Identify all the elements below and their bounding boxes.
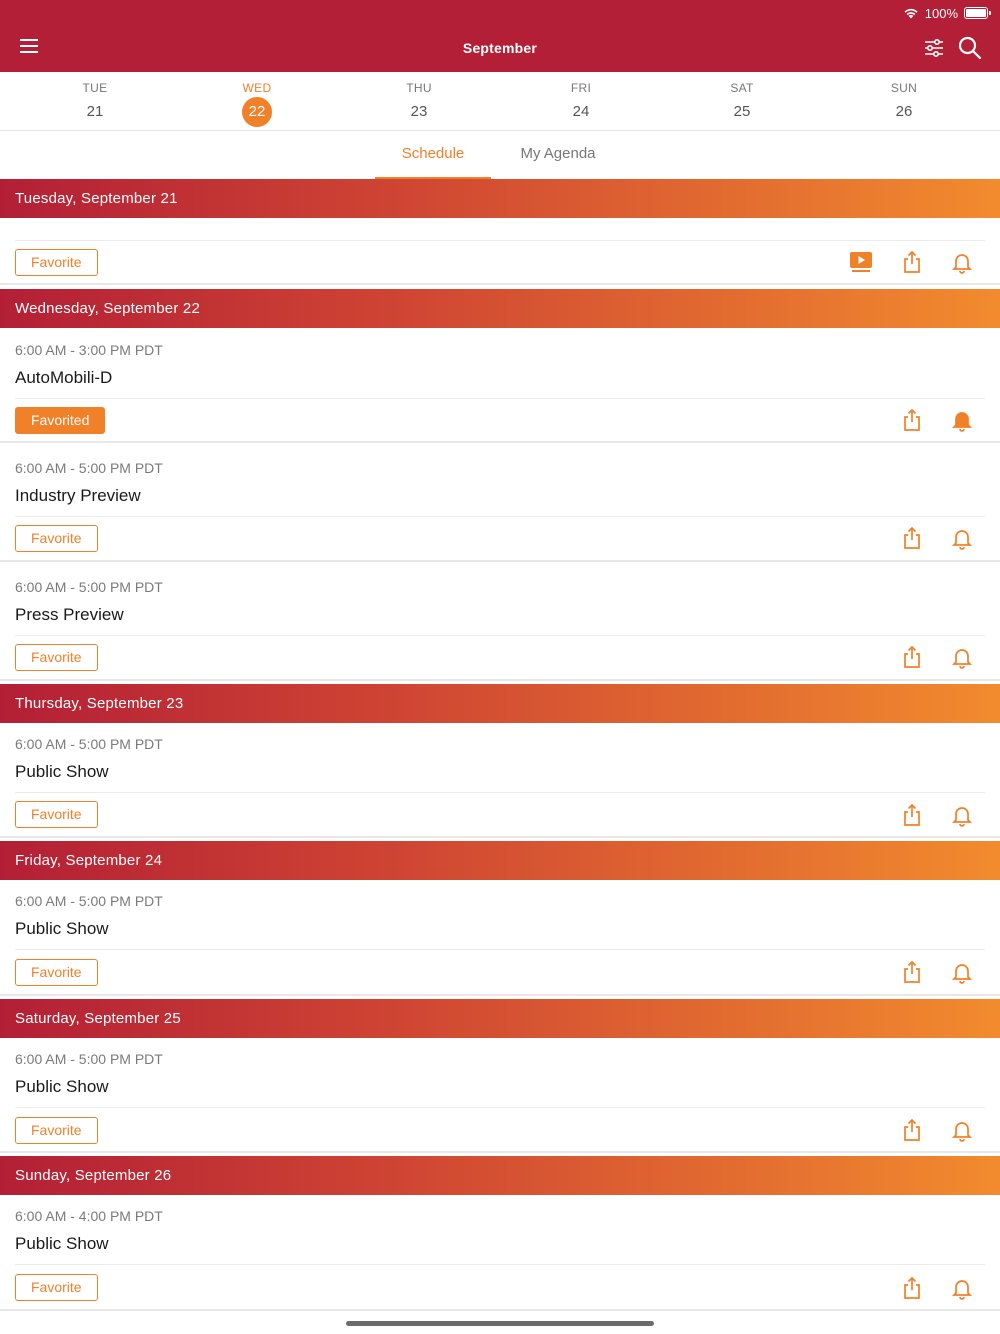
favorite-button[interactable]: Favorite <box>15 959 98 986</box>
share-icon[interactable] <box>899 802 925 828</box>
section-header-wednesday: Wednesday, September 22 <box>0 289 1000 328</box>
top-nav-bar: 100% September <box>0 0 1000 72</box>
share-icon[interactable] <box>899 959 925 985</box>
battery-percent: 100% <box>924 5 958 21</box>
bell-icon[interactable] <box>949 525 975 551</box>
favorite-button[interactable]: Favorite <box>15 801 98 828</box>
event-card[interactable]: 6:00 AM - 5:00 PM PDT Press Preview Favo… <box>0 565 1000 681</box>
day-thu[interactable]: THU 23 <box>379 72 459 130</box>
day-number: 24 <box>572 103 590 120</box>
share-icon[interactable] <box>899 1275 925 1301</box>
event-time: 6:00 AM - 5:00 PM PDT <box>15 736 163 752</box>
card-divider <box>15 516 985 517</box>
event-card[interactable]: 6:00 AM - 3:00 PM PDT AutoMobili-D Favor… <box>0 328 1000 443</box>
share-icon[interactable] <box>899 1117 925 1143</box>
day-fri[interactable]: FRI 24 <box>541 72 621 130</box>
event-title[interactable]: Public Show <box>15 1234 109 1254</box>
view-tabs: Schedule My Agenda <box>0 131 1000 179</box>
bell-icon[interactable] <box>949 802 975 828</box>
section-header-friday: Friday, September 24 <box>0 841 1000 880</box>
card-divider <box>15 1107 985 1108</box>
day-number: 26 <box>895 103 913 120</box>
card-divider <box>15 1264 985 1265</box>
bell-icon[interactable] <box>949 644 975 670</box>
bell-icon[interactable] <box>949 1275 975 1301</box>
day-sun[interactable]: SUN 26 <box>864 72 944 130</box>
share-icon[interactable] <box>899 525 925 551</box>
event-card[interactable]: 6:00 AM - 5:00 PM PDT Public Show Favori… <box>0 1038 1000 1153</box>
card-divider <box>15 398 985 399</box>
day-number: 23 <box>410 103 428 120</box>
favorite-button[interactable]: Favorite <box>15 525 98 552</box>
event-time: 6:00 AM - 4:00 PM PDT <box>15 1208 163 1224</box>
status-bar: 100% <box>903 4 991 22</box>
tab-my-agenda[interactable]: My Agenda <box>500 131 616 179</box>
section-header-sunday: Sunday, September 26 <box>0 1156 1000 1195</box>
card-divider <box>15 240 985 241</box>
favorite-button[interactable]: Favorite <box>15 1274 98 1301</box>
battery-icon <box>964 7 991 19</box>
day-sat[interactable]: SAT 25 <box>702 72 782 130</box>
share-icon[interactable] <box>899 644 925 670</box>
event-title[interactable]: AutoMobili-D <box>15 368 112 388</box>
home-indicator[interactable] <box>346 1321 654 1326</box>
event-title[interactable]: Public Show <box>15 919 109 939</box>
card-divider <box>15 949 985 950</box>
bell-icon[interactable] <box>949 959 975 985</box>
event-card[interactable]: Favorite <box>0 218 1000 285</box>
event-time: 6:00 AM - 5:00 PM PDT <box>15 579 163 595</box>
event-card[interactable]: 6:00 AM - 5:00 PM PDT Public Show Favori… <box>0 723 1000 838</box>
day-of-week: WED <box>242 81 272 95</box>
event-card[interactable]: 6:00 AM - 4:00 PM PDT Public Show Favori… <box>0 1195 1000 1311</box>
day-of-week: SUN <box>890 81 918 95</box>
event-time: 6:00 AM - 5:00 PM PDT <box>15 460 163 476</box>
magnifier-search-icon[interactable] <box>957 35 983 61</box>
event-time: 6:00 AM - 3:00 PM PDT <box>15 342 163 358</box>
day-tue[interactable]: TUE 21 <box>55 72 135 130</box>
section-header-thursday: Thursday, September 23 <box>0 684 1000 723</box>
day-number: 25 <box>733 103 751 120</box>
app-root: 100% September TUE 21 WED 22 THU 23 FRI … <box>0 0 1000 1334</box>
event-time: 6:00 AM - 5:00 PM PDT <box>15 893 163 909</box>
day-number: 21 <box>86 103 104 120</box>
sliders-filter-icon[interactable] <box>922 36 946 60</box>
section-header-tuesday: Tuesday, September 21 <box>0 179 1000 218</box>
day-of-week: FRI <box>570 81 592 95</box>
event-title[interactable]: Public Show <box>15 1077 109 1097</box>
card-divider <box>15 792 985 793</box>
day-number: 22 <box>242 97 272 127</box>
day-wed[interactable]: WED 22 <box>217 72 297 130</box>
page-title: September <box>462 40 538 56</box>
tab-schedule[interactable]: Schedule <box>375 131 491 179</box>
bell-icon[interactable] <box>949 1117 975 1143</box>
favorite-button[interactable]: Favorited <box>15 407 106 434</box>
event-title[interactable]: Public Show <box>15 762 109 782</box>
favorite-button[interactable]: Favorite <box>15 249 98 276</box>
bell-icon[interactable] <box>949 249 975 275</box>
day-of-week: THU <box>406 81 432 95</box>
card-divider <box>15 635 985 636</box>
favorite-button[interactable]: Favorite <box>15 644 98 671</box>
event-title[interactable]: Press Preview <box>15 605 124 625</box>
event-title[interactable]: Industry Preview <box>15 486 141 506</box>
section-header-saturday: Saturday, September 25 <box>0 999 1000 1038</box>
event-card[interactable]: 6:00 AM - 5:00 PM PDT Industry Preview F… <box>0 446 1000 562</box>
event-time: 6:00 AM - 5:00 PM PDT <box>15 1051 163 1067</box>
event-card[interactable]: 6:00 AM - 5:00 PM PDT Public Show Favori… <box>0 880 1000 996</box>
day-of-week: SAT <box>730 81 754 95</box>
wifi-icon <box>904 8 918 19</box>
favorite-button[interactable]: Favorite <box>15 1117 98 1144</box>
day-of-week: TUE <box>82 81 108 95</box>
bell-filled-icon[interactable] <box>949 407 975 433</box>
share-icon[interactable] <box>899 249 925 275</box>
play-video-icon[interactable] <box>848 249 874 275</box>
share-icon[interactable] <box>899 407 925 433</box>
week-day-selector: TUE 21 WED 22 THU 23 FRI 24 SAT 25 SUN 2… <box>0 72 1000 131</box>
